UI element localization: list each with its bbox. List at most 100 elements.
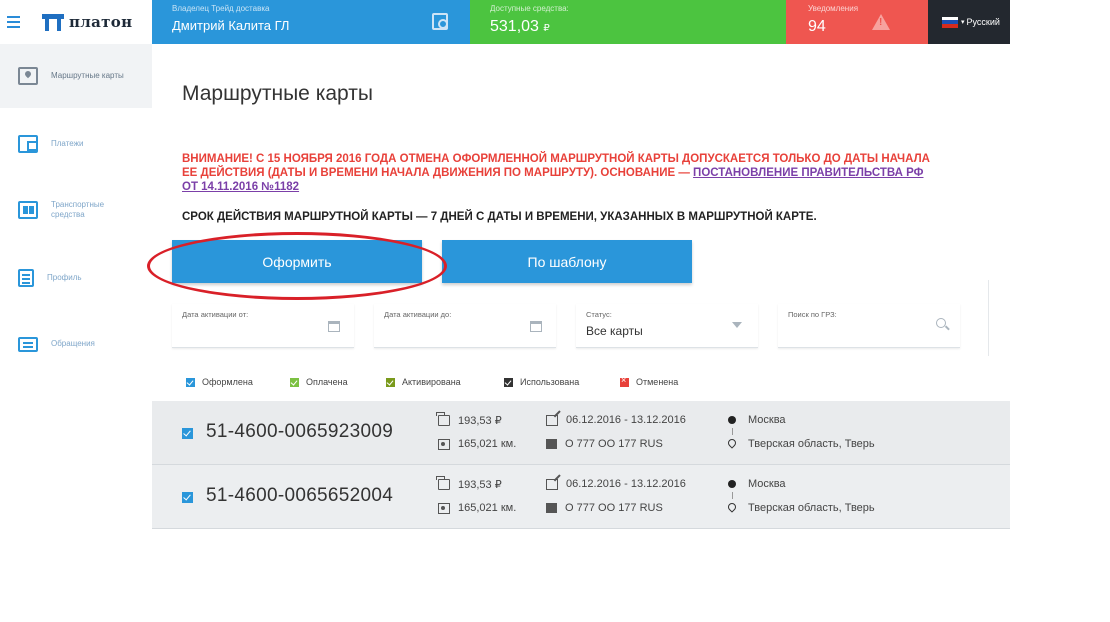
row-checkbox[interactable] — [182, 428, 193, 439]
vehicle-cell: О 777 ОО 177 RUS — [546, 502, 663, 514]
plate-search-field[interactable]: Поиск по ГРЗ: — [778, 304, 960, 348]
check-icon — [186, 377, 195, 387]
logo[interactable]: платон — [42, 13, 132, 31]
chevron-down-icon — [732, 322, 742, 328]
wallet-icon — [436, 476, 450, 490]
route-to-cell: Тверская область, Тверь — [728, 438, 875, 450]
distance-cell: 165,021 км. — [438, 438, 516, 450]
legend-item-issued: Оформлена — [186, 377, 290, 387]
check-icon — [290, 377, 299, 387]
distance-value: 165,021 км. — [458, 502, 517, 514]
distance-cell: 165,021 км. — [438, 502, 516, 514]
date-from-label: Дата активации от: — [182, 310, 249, 319]
route-connector — [732, 492, 733, 499]
truck-icon — [546, 439, 557, 449]
cost-cell: 193,53 ₽ — [436, 476, 502, 491]
sidebar-item-label: Профиль — [47, 273, 82, 282]
route-to: Тверская область, Тверь — [748, 438, 875, 450]
owner-panel[interactable]: Владелец Трейд доставка Дмитрий Калита Г… — [152, 0, 470, 44]
logo-mark-icon — [42, 13, 64, 31]
profile-icon — [18, 269, 34, 287]
currency-sign: ₽ — [543, 23, 550, 34]
cross-icon — [620, 375, 629, 387]
cost-value: 193,53 ₽ — [458, 415, 502, 427]
balance-panel[interactable]: Доступные средства: 531,03 ₽ — [470, 0, 786, 44]
card-number[interactable]: 51-4600-0065652004 — [206, 485, 393, 507]
check-icon — [504, 377, 513, 387]
language-label: Русский — [966, 17, 1000, 27]
status-label: Статус: — [586, 310, 612, 319]
sidebar-item-label: Платежи — [51, 139, 84, 148]
top-bar: платон Владелец Трейд доставка Дмитрий К… — [0, 0, 1010, 44]
route-connector — [732, 428, 733, 435]
wallet-icon — [18, 135, 38, 153]
location-pin-icon — [728, 503, 737, 513]
cost-cell: 193,53 ₽ — [436, 412, 502, 427]
cancellation-warning: ВНИМАНИЕ! С 15 НОЯБРЯ 2016 ГОДА ОТМЕНА О… — [182, 152, 942, 194]
switch-account-icon[interactable] — [432, 13, 448, 30]
sidebar-item-vehicles[interactable]: Транспортные средства — [0, 178, 152, 242]
legend-item-cancelled: Отменена — [620, 375, 720, 387]
sidebar: Маршрутные карты Платежи Транспортные ср… — [0, 44, 152, 622]
dates-cell: 06.12.2016 - 13.12.2016 — [546, 478, 686, 490]
menu-icon[interactable] — [0, 0, 26, 44]
balance-amount: 531,03 — [490, 18, 539, 35]
from-template-button[interactable]: По шаблону — [442, 240, 692, 283]
route-to-cell: Тверская область, Тверь — [728, 502, 875, 514]
status-select[interactable]: Статус: Все карты — [576, 304, 758, 348]
table-row[interactable]: 51-4600-0065652004 193,53 ₽ 165,021 км. … — [152, 465, 1010, 529]
calendar-icon[interactable] — [328, 321, 340, 332]
legend-label: Оформлена — [202, 377, 253, 387]
legend-item-used: Использована — [504, 377, 620, 387]
route-icon — [438, 438, 450, 450]
row-checkbox[interactable] — [182, 492, 193, 503]
distance-value: 165,021 км. — [458, 438, 517, 450]
owner-label: Владелец Трейд доставка — [172, 4, 270, 13]
notifications-label: Уведомления — [808, 4, 859, 13]
legend-item-paid: Оплачена — [290, 377, 386, 387]
dates-cell: 06.12.2016 - 13.12.2016 — [546, 414, 686, 426]
balance-label: Доступные средства: — [490, 4, 569, 13]
sidebar-item-route-cards[interactable]: Маршрутные карты — [0, 44, 152, 108]
legend-label: Использована — [520, 377, 580, 387]
table-row[interactable]: 51-4600-0065923009 193,53 ₽ 165,021 км. … — [152, 401, 1010, 465]
chat-icon — [18, 336, 38, 352]
plate-search-label: Поиск по ГРЗ: — [788, 310, 837, 319]
truck-icon — [546, 503, 557, 513]
language-selector[interactable]: ▾ Русский — [928, 0, 1010, 44]
notifications-panel[interactable]: Уведомления 94 — [786, 0, 928, 44]
sidebar-item-requests[interactable]: Обращения — [0, 312, 152, 376]
vehicle-plate: О 777 ОО 177 RUS — [565, 502, 663, 514]
legend-label: Отменена — [636, 377, 679, 387]
cost-value: 193,53 ₽ — [458, 479, 502, 491]
main-content: Маршрутные карты ВНИМАНИЕ! С 15 НОЯБРЯ 2… — [147, 44, 1010, 622]
map-icon — [18, 67, 38, 85]
calendar-icon[interactable] — [530, 321, 542, 332]
legend-item-activated: Активирована — [386, 377, 504, 387]
sidebar-item-label: Маршрутные карты — [51, 71, 124, 80]
status-legend: Оформлена Оплачена Активирована Использо… — [186, 375, 720, 387]
date-to-field[interactable]: Дата активации до: — [374, 304, 556, 348]
legend-label: Активирована — [402, 377, 461, 387]
edit-icon — [546, 478, 558, 490]
search-icon[interactable] — [936, 318, 946, 328]
route-from: Москва — [748, 414, 786, 426]
route-to: Тверская область, Тверь — [748, 502, 875, 514]
sidebar-item-profile[interactable]: Профиль — [0, 246, 152, 310]
route-from-cell: Москва — [728, 414, 786, 426]
brand-area: платон — [0, 0, 152, 44]
sidebar-item-payments[interactable]: Платежи — [0, 112, 152, 176]
dates-value: 06.12.2016 - 13.12.2016 — [566, 478, 686, 490]
card-number[interactable]: 51-4600-0065923009 — [206, 421, 393, 443]
sidebar-item-label: Транспортные средства — [51, 200, 105, 219]
page-title: Маршрутные карты — [182, 82, 373, 105]
owner-name: Дмитрий Калита ГЛ — [172, 18, 290, 33]
notifications-count: 94 — [808, 18, 826, 35]
truck-icon — [18, 201, 38, 219]
issue-button[interactable]: Оформить — [172, 240, 422, 283]
balance-value: 531,03 ₽ — [490, 18, 786, 36]
route-from-cell: Москва — [728, 478, 786, 490]
date-from-field[interactable]: Дата активации от: — [172, 304, 354, 348]
date-to-label: Дата активации до: — [384, 310, 452, 319]
vehicle-cell: О 777 ОО 177 RUS — [546, 438, 663, 450]
